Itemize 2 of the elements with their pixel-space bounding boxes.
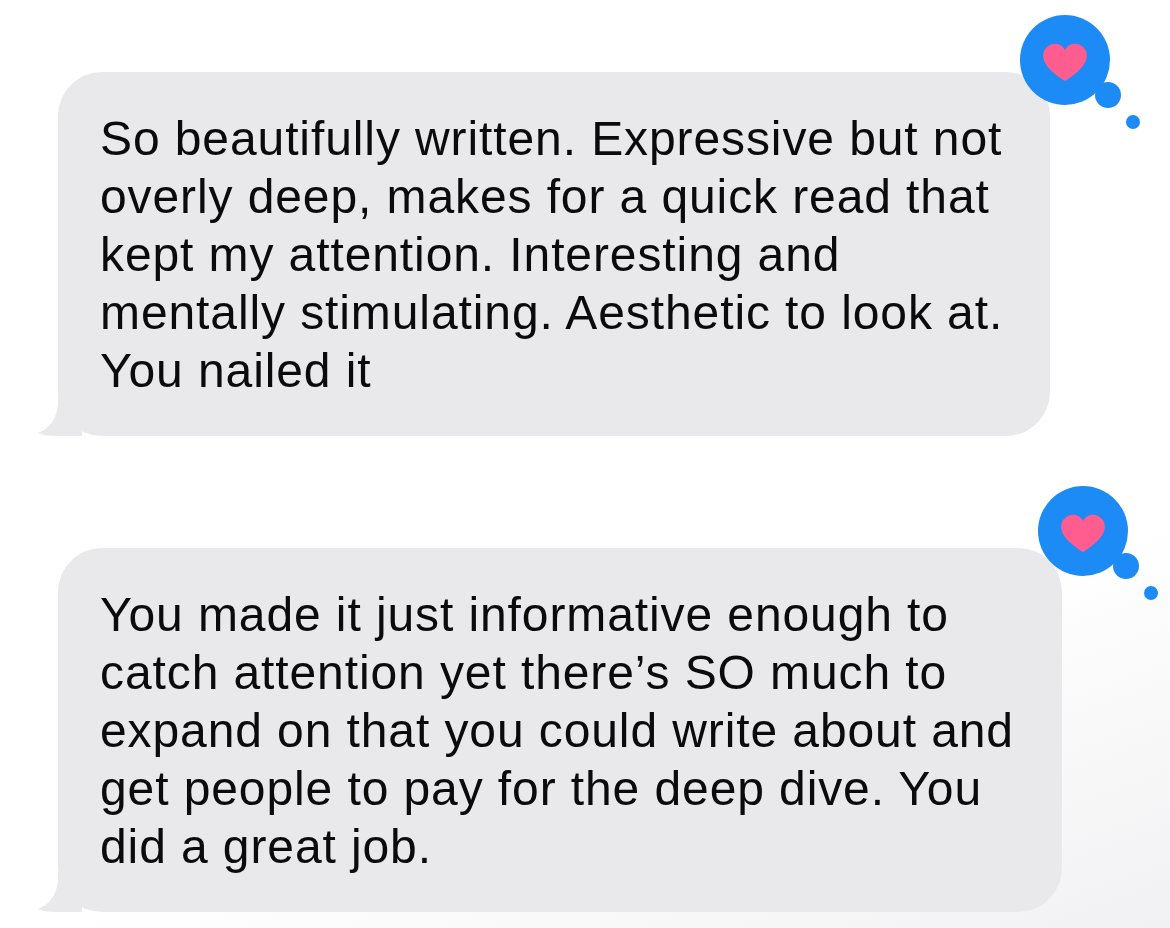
message-text: So beautifully written. Expressive but not overly deep, makes for a quick read that kept my attention. Interesting and mentally stimulating. Aesthetic to look at. You nailed it <box>100 111 1005 399</box>
message-text: You made it just informative enough to catch attention yet there’s SO much to expand on that you could write about and get people to pay for the deep dive. You did a great job. <box>100 587 1015 875</box>
